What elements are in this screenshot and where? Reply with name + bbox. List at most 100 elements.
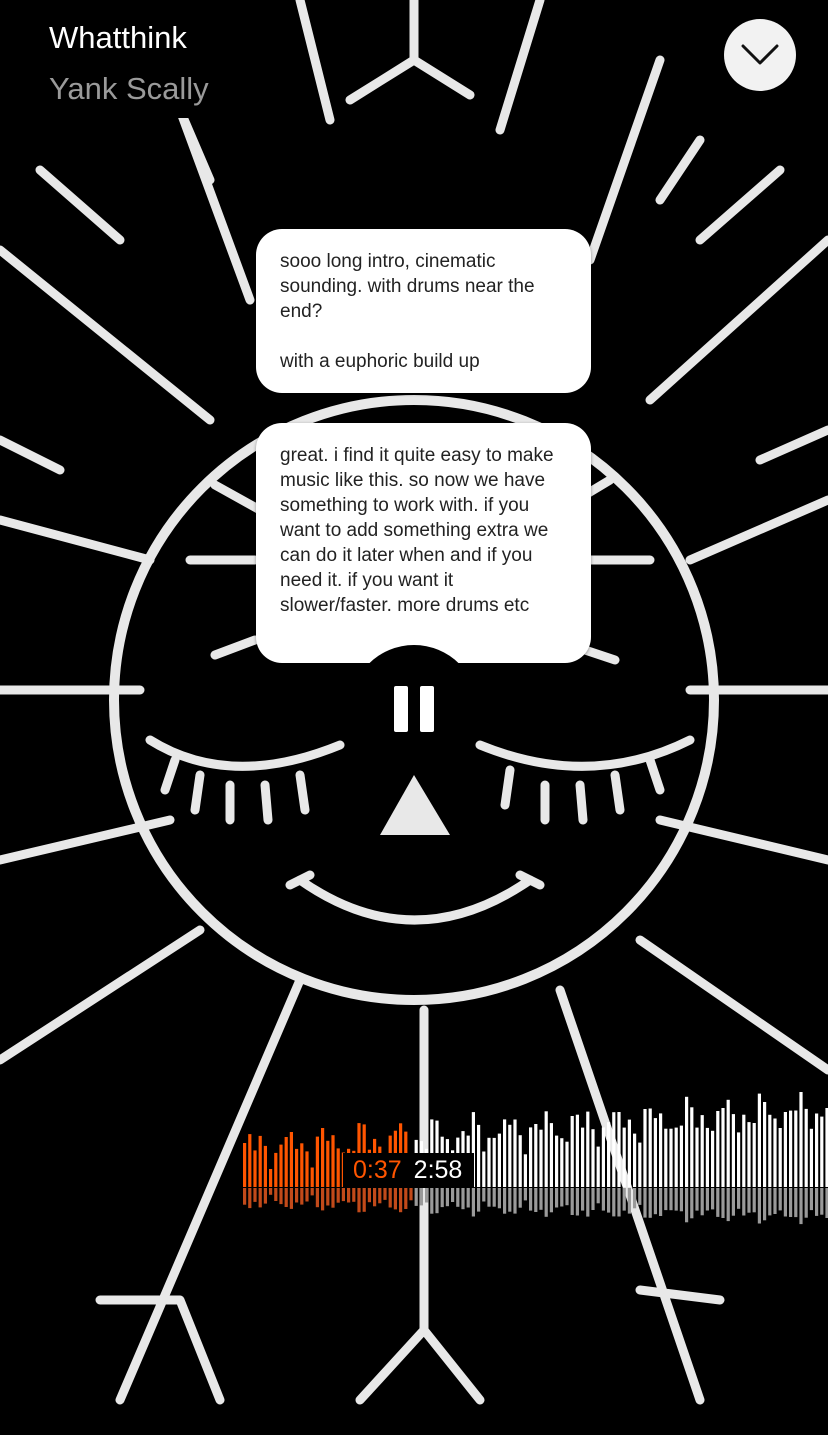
waveform-bar (513, 1119, 517, 1187)
waveform-bar (669, 1128, 673, 1187)
waveform-bar (523, 1154, 527, 1187)
waveform-reflection-bar (440, 1188, 444, 1208)
waveform-reflection-bar (601, 1188, 605, 1211)
waveform-reflection-bar (570, 1188, 574, 1215)
waveform-reflection-bar (586, 1188, 590, 1217)
waveform-reflection-bar (482, 1188, 486, 1202)
waveform-bar (497, 1133, 501, 1187)
waveform-bar (575, 1114, 579, 1187)
waveform-bar (622, 1127, 626, 1187)
waveform-bar (607, 1122, 611, 1187)
waveform-reflection-bar (404, 1188, 408, 1209)
waveform-bar (549, 1123, 553, 1187)
waveform-reflection-bar (659, 1188, 663, 1216)
collapse-player-button[interactable] (724, 19, 796, 91)
waveform-scrubber[interactable] (0, 1040, 828, 1260)
waveform-bar (690, 1107, 694, 1187)
waveform-reflection-bar (487, 1188, 491, 1207)
waveform-bar (295, 1148, 299, 1187)
waveform-reflection-bar (456, 1188, 460, 1207)
waveform-reflection-bar (544, 1188, 548, 1217)
timed-comment[interactable]: great. i find it quite easy to make musi… (256, 423, 591, 663)
waveform-reflection-bar (711, 1188, 715, 1210)
track-duration: 2:58 (413, 1156, 463, 1184)
waveform-bar (763, 1102, 767, 1187)
waveform-bar (258, 1135, 262, 1187)
waveform-reflection-bar (367, 1188, 371, 1203)
waveform-reflection-bar (383, 1188, 387, 1200)
waveform-bar (534, 1124, 538, 1187)
time-readout: 0:37 2:58 (343, 1153, 475, 1188)
waveform-reflection-bar (809, 1188, 813, 1211)
waveform-reflection-bar (591, 1188, 595, 1210)
waveform-reflection-bar (310, 1188, 314, 1196)
waveform-reflection-bar (274, 1188, 278, 1201)
waveform-bar (700, 1115, 704, 1187)
waveform-bar (757, 1093, 761, 1187)
waveform-reflection-bar (419, 1188, 423, 1206)
waveform-reflection-bar (565, 1188, 569, 1206)
waveform-bar (768, 1114, 772, 1187)
waveform-bar (300, 1143, 304, 1187)
waveform-bar (284, 1137, 288, 1187)
waveform-reflection-bar (815, 1188, 819, 1216)
waveform-bar (648, 1108, 652, 1187)
waveform-reflection-bar (430, 1188, 434, 1214)
waveform-bar (565, 1141, 569, 1187)
waveform-reflection-bar (742, 1188, 746, 1216)
waveform-reflection-bar (253, 1188, 257, 1202)
waveform-bar (726, 1099, 730, 1187)
waveform-reflection-bar (289, 1188, 293, 1209)
waveform-reflection-bar (378, 1188, 382, 1204)
waveform-bar (737, 1132, 741, 1187)
waveform-bar (289, 1132, 293, 1187)
waveform-reflection-bar (529, 1188, 533, 1211)
waveform-reflection-bar (326, 1188, 330, 1206)
waveform-reflection-bar (263, 1188, 267, 1204)
waveform-bar (633, 1133, 637, 1187)
waveform-reflection-bar (352, 1188, 356, 1202)
waveform-reflection-bar (399, 1188, 403, 1213)
waveform-bar (731, 1114, 735, 1187)
waveform-bar (773, 1118, 777, 1187)
artist-name[interactable]: Yank Scally (31, 64, 227, 118)
waveform-reflection-bar (425, 1188, 429, 1203)
waveform-reflection-bar (674, 1188, 678, 1211)
waveform-reflection-bar (627, 1188, 631, 1214)
waveform-reflection-bar (705, 1188, 709, 1211)
waveform-bar (529, 1127, 533, 1187)
waveform-bar (815, 1113, 819, 1187)
waveform-bar (326, 1140, 330, 1187)
waveform-bar (503, 1119, 507, 1187)
play-pause-button[interactable] (350, 645, 478, 773)
waveform-reflection-bar (373, 1188, 377, 1207)
track-title[interactable]: Whatthink (31, 12, 205, 64)
waveform-bar (305, 1151, 309, 1187)
waveform-reflection-bar (461, 1188, 465, 1210)
waveform-reflection-bar (393, 1188, 397, 1210)
waveform-reflection-bar (466, 1188, 470, 1208)
waveform-bar (477, 1124, 481, 1187)
waveform-reflection-bar (518, 1188, 522, 1208)
waveform-reflection-bar (679, 1188, 683, 1212)
waveform-reflection-bar (513, 1188, 517, 1214)
waveform-bar (560, 1138, 564, 1187)
waveform-bar (243, 1143, 247, 1187)
waveform-bar (794, 1110, 798, 1187)
waveform-bar (627, 1119, 631, 1187)
waveform-bar (596, 1146, 600, 1187)
waveform-reflection-bar (445, 1188, 449, 1207)
timed-comment[interactable]: sooo long intro, cinematic sounding. wit… (256, 229, 591, 393)
waveform-reflection-bar (685, 1188, 689, 1223)
waveform-bar (659, 1113, 663, 1187)
waveform-bar (820, 1116, 824, 1187)
waveform-bar (711, 1130, 715, 1187)
waveform-reflection-bar (783, 1188, 787, 1217)
waveform-reflection-bar (700, 1188, 704, 1216)
waveform-reflection-bar (726, 1188, 730, 1222)
waveform-reflection-bar (778, 1188, 782, 1211)
waveform-reflection-bar (752, 1188, 756, 1213)
waveform-reflection-bar (581, 1188, 585, 1211)
waveform-reflection-bar (451, 1188, 455, 1202)
waveform-bar (310, 1167, 314, 1187)
